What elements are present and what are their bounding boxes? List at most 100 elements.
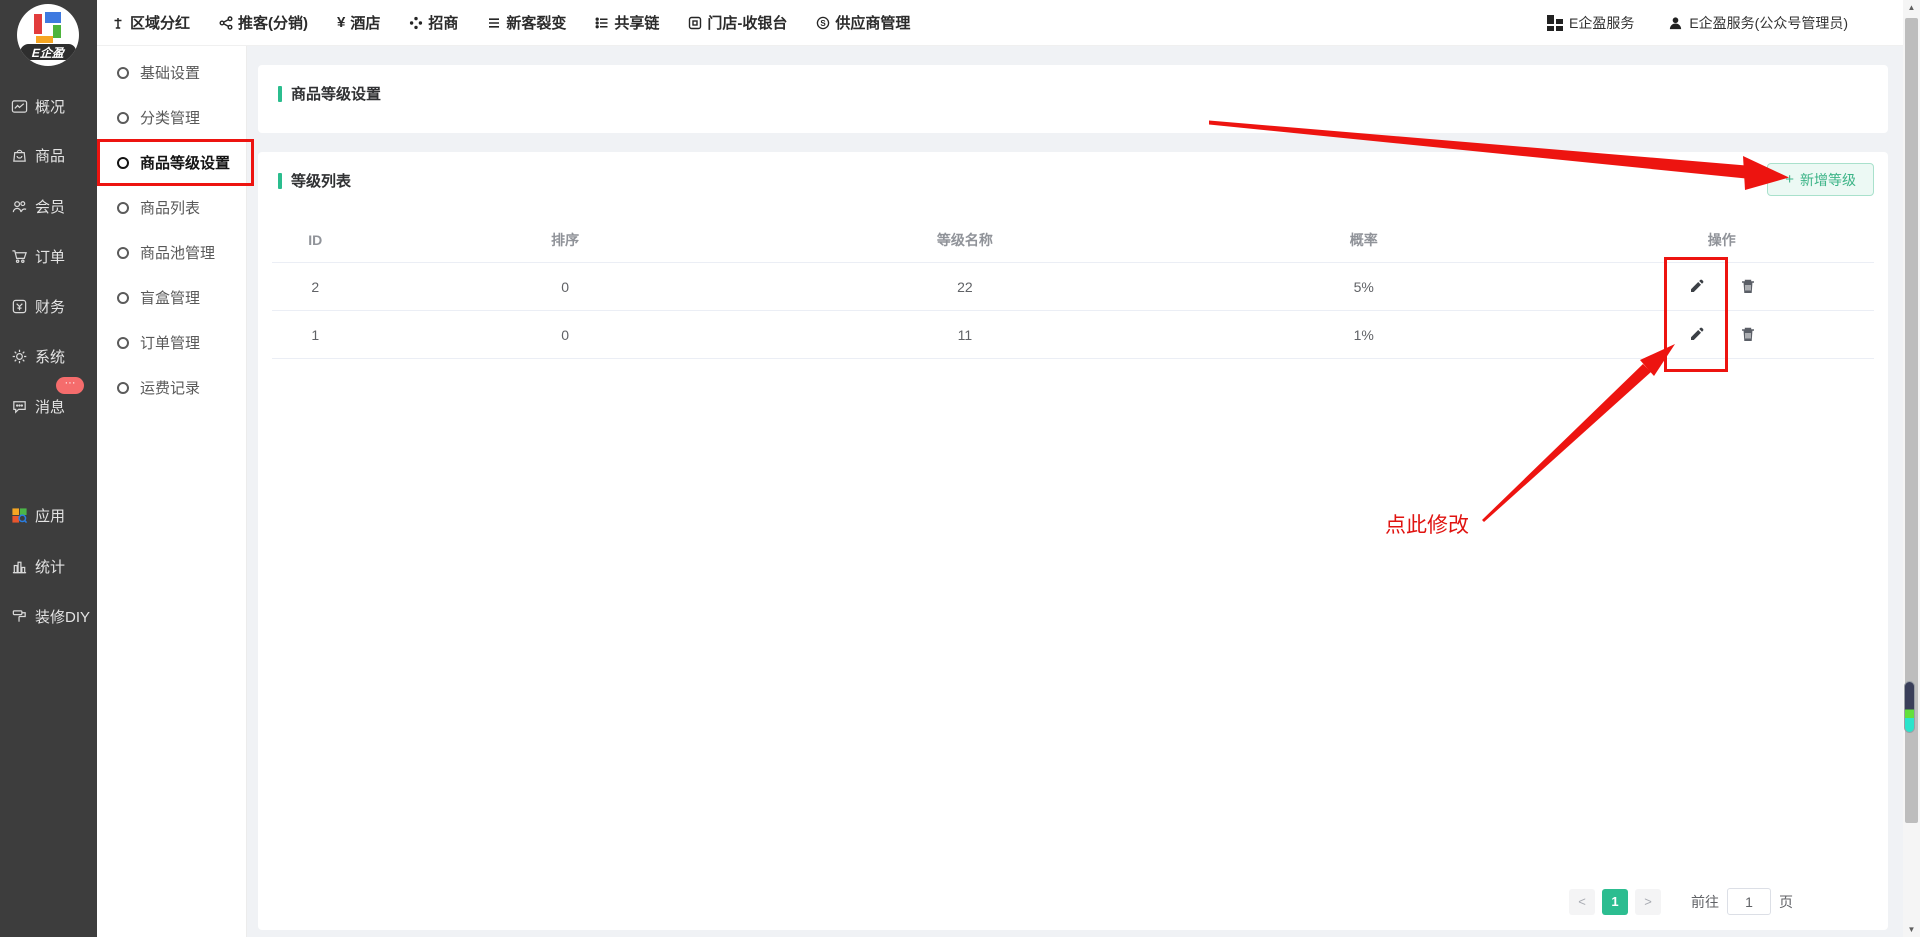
member-icon — [11, 198, 28, 215]
submenu-item-freight-records[interactable]: 运费记录 — [97, 365, 246, 410]
apps-icon — [11, 507, 28, 524]
circle-icon — [117, 382, 129, 394]
sidebar-item-label: 系统 — [35, 346, 65, 367]
distribution-share-icon — [219, 16, 233, 30]
nav-item-shared-chain[interactable]: 共享链 — [595, 12, 659, 33]
sidebar-item-label: 概况 — [35, 96, 65, 117]
svg-text:S: S — [821, 18, 827, 27]
submenu-item-category-management[interactable]: 分类管理 — [97, 95, 246, 140]
nav-item-label: 区域分红 — [130, 12, 190, 33]
grid-icon — [1547, 15, 1563, 31]
nav-item-region-dividend[interactable]: 区域分红 — [111, 12, 190, 33]
sidebar-item-stats[interactable]: 统计 — [11, 555, 65, 577]
edit-button[interactable] — [1688, 326, 1705, 343]
sidebar-item-label: 应用 — [35, 505, 65, 526]
sidebar-item-system[interactable]: 系统 — [11, 345, 65, 367]
service-menu[interactable]: E企盈服务 — [1547, 13, 1634, 33]
top-navbar: 区域分红 推客(分销) ¥ 酒店 招商 新客裂变 共享链 门店-收银台 S 供应… — [97, 0, 1903, 46]
shared-chain-icon — [595, 16, 609, 30]
accent-bar — [278, 173, 282, 189]
table-row: 1 0 11 1% — [272, 311, 1874, 359]
nav-item-hotel[interactable]: ¥ 酒店 — [337, 12, 380, 33]
cell-actions — [1570, 326, 1874, 343]
sidebar-item-finance[interactable]: 财务 — [11, 295, 65, 317]
submenu-item-blind-box[interactable]: 盲盒管理 — [97, 275, 246, 320]
circle-icon — [117, 337, 129, 349]
main-content: 商品等级设置 等级列表 + 新增等级 ID 排序 等级名称 概率 操作 2 0 … — [247, 46, 1903, 937]
submenu-label: 商品池管理 — [140, 242, 215, 263]
sidebar-item-label: 装修DIY — [35, 606, 90, 627]
circle-icon — [117, 202, 129, 214]
main-sidebar: E企盈 概况 商品 会员 订单 财务 系统 消息 ··· 应用 统计 装修DIY — [0, 0, 97, 937]
sidebar-item-label: 商品 — [35, 145, 65, 166]
header-sort: 排序 — [359, 230, 772, 250]
page-title-text: 商品等级设置 — [291, 83, 381, 104]
nav-item-label: 供应商管理 — [835, 12, 910, 33]
delete-button[interactable] — [1740, 326, 1756, 343]
hotel-yen-icon: ¥ — [337, 14, 345, 31]
sidebar-item-apps[interactable]: 应用 — [11, 504, 65, 526]
sidebar-item-label: 统计 — [35, 556, 65, 577]
header-level-name: 等级名称 — [772, 230, 1158, 250]
pencil-icon — [1688, 326, 1705, 343]
level-list-card: 等级列表 + 新增等级 ID 排序 等级名称 概率 操作 2 0 22 5% — [258, 152, 1888, 930]
page-1-button[interactable]: 1 — [1602, 889, 1628, 915]
delete-button[interactable] — [1740, 278, 1756, 295]
pencil-icon — [1688, 278, 1705, 295]
stats-icon — [11, 558, 28, 575]
nav-item-store-cashier[interactable]: 门店-收银台 — [688, 12, 787, 33]
trash-icon — [1740, 278, 1756, 295]
submenu-item-basic-settings[interactable]: 基础设置 — [97, 50, 246, 95]
account-label: E企盈服务(公众号管理员) — [1689, 13, 1848, 33]
trash-icon — [1740, 326, 1756, 343]
sidebar-item-member[interactable]: 会员 — [11, 195, 65, 217]
service-label: E企盈服务 — [1569, 13, 1634, 33]
message-icon — [11, 398, 28, 415]
cell-id: 2 — [272, 279, 359, 295]
circle-icon — [117, 292, 129, 304]
region-dividend-icon — [111, 16, 125, 30]
account-menu[interactable]: E企盈服务(公众号管理员) — [1668, 13, 1848, 33]
scroll-up-icon[interactable]: ▲ — [1903, 3, 1920, 12]
submenu-item-goods-list[interactable]: 商品列表 — [97, 185, 246, 230]
submenu-item-goods-pool[interactable]: 商品池管理 — [97, 230, 246, 275]
submenu-label: 盲盒管理 — [140, 287, 200, 308]
add-level-button[interactable]: + 新增等级 — [1767, 163, 1874, 196]
next-page-button[interactable]: > — [1635, 889, 1661, 915]
nav-item-investment[interactable]: 招商 — [409, 12, 458, 33]
nav-item-label: 新客裂变 — [506, 12, 566, 33]
page-title: 商品等级设置 — [278, 83, 1868, 104]
sidebar-item-label: 订单 — [35, 246, 65, 267]
sidebar-item-order[interactable]: 订单 — [11, 245, 65, 267]
sidebar-item-decorate-diy[interactable]: 装修DIY — [11, 605, 90, 627]
plus-icon: + — [1785, 171, 1794, 188]
nav-item-fission[interactable]: 新客裂变 — [487, 12, 566, 33]
submenu-label: 商品等级设置 — [140, 152, 230, 173]
sidebar-item-label: 消息 — [35, 396, 65, 417]
submenu-label: 基础设置 — [140, 62, 200, 83]
scroll-down-icon[interactable]: ▼ — [1903, 925, 1920, 934]
level-list-title-text: 等级列表 — [291, 170, 351, 191]
nav-item-supplier[interactable]: S 供应商管理 — [816, 12, 910, 33]
sidebar-item-label: 会员 — [35, 196, 65, 217]
submenu-label: 订单管理 — [140, 332, 200, 353]
submenu-item-goods-level-settings[interactable]: 商品等级设置 — [97, 140, 246, 185]
sidebar-item-goods[interactable]: 商品 — [11, 144, 65, 166]
scrollbar-extension-indicator — [1904, 681, 1915, 733]
goto-page-input[interactable] — [1727, 888, 1771, 915]
edit-button[interactable] — [1688, 278, 1705, 295]
page-title-card: 商品等级设置 — [258, 65, 1888, 133]
nav-item-distribution[interactable]: 推客(分销) — [219, 12, 308, 33]
sub-sidebar: 基础设置 分类管理 商品等级设置 商品列表 商品池管理 盲盒管理 订单管理 运费… — [97, 46, 247, 937]
app-logo[interactable]: E企盈 — [17, 4, 79, 66]
submenu-item-order-management[interactable]: 订单管理 — [97, 320, 246, 365]
sidebar-item-message[interactable]: 消息 — [11, 395, 65, 417]
sidebar-item-overview[interactable]: 概况 — [11, 95, 65, 117]
vertical-scrollbar[interactable]: ▲ ▼ — [1903, 0, 1920, 937]
decorate-icon — [11, 608, 28, 625]
submenu-label: 商品列表 — [140, 197, 200, 218]
level-table: ID 排序 等级名称 概率 操作 2 0 22 5% 1 0 11 1% — [272, 217, 1874, 359]
new-customer-fission-icon — [487, 16, 501, 30]
prev-page-button[interactable]: < — [1569, 889, 1595, 915]
pagination: < 1 > 前往 页 — [1569, 888, 1793, 915]
